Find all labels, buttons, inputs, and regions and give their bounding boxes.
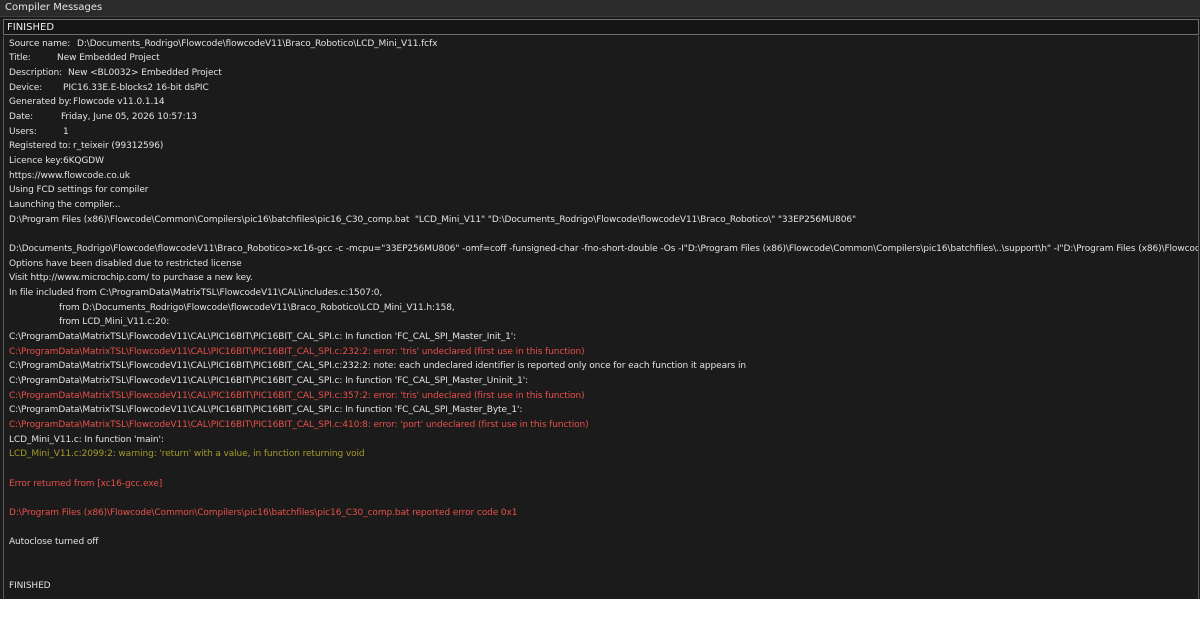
title-value: New Embedded Project <box>57 53 160 63</box>
log-line-included-from-header: from D:\Documents_Rodrigo\Flowcode\flowc… <box>59 303 455 313</box>
log-line-error-returned: Error returned from [xc16-gcc.exe] <box>9 479 163 489</box>
log-line-date: Date: Friday, June 05, 2026 10:57:13 <box>9 111 197 123</box>
window-titlebar: Compiler Messages <box>0 0 1200 17</box>
log-line-error-tris-init: C:\ProgramData\MatrixTSL\FlowcodeV11\CAL… <box>9 347 585 357</box>
log-line-source: Source name: D:\Documents_Rodrigo\Flowcod… <box>9 38 437 50</box>
device-value: PIC16.33E.E-blocks2 16-bit dsPIC <box>63 83 209 93</box>
users-value: 1 <box>63 127 69 137</box>
log-line-error-tris-uninit: C:\ProgramData\MatrixTSL\FlowcodeV11\CAL… <box>9 391 585 401</box>
licence-label: Licence key: <box>9 156 63 166</box>
date-value: Friday, June 05, 2026 10:57:13 <box>61 112 197 122</box>
log-line-included-from: In file included from C:\ProgramData\Mat… <box>9 288 383 298</box>
log-line-error-code: D:\Program Files (x86)\Flowcode\Common\C… <box>9 508 518 518</box>
log-line-batch-command: D:\Program Files (x86)\Flowcode\Common\C… <box>9 215 857 225</box>
log-line-xc16-command: D:\Documents_Rodrigo\Flowcode\flowcodeV1… <box>9 244 1199 254</box>
log-line-generated: Generated by:Flowcode v11.0.1.14 <box>9 96 165 108</box>
device-label: Device: <box>9 83 43 93</box>
description-value: New <BL0032> Embedded Project <box>68 68 222 78</box>
log-line-warning-return: LCD_Mini_V11.c:2099:2: warning: 'return'… <box>9 449 365 459</box>
log-line-visit: Visit http://www.microchip.com/ to purch… <box>9 273 253 283</box>
log-line-users: Users: 1 <box>9 126 69 138</box>
licence-value: 6KQGDW <box>63 156 104 166</box>
log-line-error-port: C:\ProgramData\MatrixTSL\FlowcodeV11\CAL… <box>9 420 589 430</box>
log-line-autoclose: Autoclose turned off <box>9 537 99 547</box>
registered-value: r_teixeir (99312596) <box>73 141 164 151</box>
source-label: Source name: <box>9 39 71 49</box>
log-line-function-main: LCD_Mini_V11.c: In function 'main': <box>9 435 164 445</box>
registered-label: Registered to: <box>9 141 71 151</box>
title-label: Title: <box>9 53 31 63</box>
log-line-included-from-source: from LCD_Mini_V11.c:20: <box>59 317 170 327</box>
log-line-description: Description: New <BL0032> Embedded Projec… <box>9 67 222 79</box>
log-line-title: Title: New Embedded Project <box>9 52 160 64</box>
description-label: Description: <box>9 68 63 78</box>
status-header: FINISHED <box>3 19 1199 35</box>
compiler-messages-window: Compiler Messages FINISHED Source name: D… <box>0 0 1200 599</box>
window-title: Compiler Messages <box>5 2 103 13</box>
log-line-finished: FINISHED <box>9 581 51 591</box>
users-label: Users: <box>9 127 37 137</box>
log-line-registered: Registered to: r_teixeir (99312596) <box>9 140 163 152</box>
log-line-options-disabled: Options have been disabled due to restri… <box>9 259 242 269</box>
log-line-website: https://www.flowcode.co.uk <box>9 171 130 181</box>
source-value: D:\Documents_Rodrigo\Flowcode\flowcodeV1… <box>77 39 438 49</box>
log-line-function-init: C:\ProgramData\MatrixTSL\FlowcodeV11\CAL… <box>9 332 517 342</box>
compile-status: FINISHED <box>7 22 55 33</box>
log-line-launching: Launching the compiler... <box>9 200 121 210</box>
log-line-function-uninit: C:\ProgramData\MatrixTSL\FlowcodeV11\CAL… <box>9 376 529 386</box>
generated-label: Generated by: <box>9 97 72 107</box>
log-line-fcd-settings: Using FCD settings for compiler <box>9 185 149 195</box>
date-label: Date: <box>9 112 34 122</box>
log-line-note-undeclared: C:\ProgramData\MatrixTSL\FlowcodeV11\CAL… <box>9 361 746 371</box>
compiler-output-log[interactable]: Source name: D:\Documents_Rodrigo\Flowcod… <box>3 36 1199 599</box>
log-line-licence: Licence key:6KQGDW <box>9 155 104 167</box>
generated-value: Flowcode v11.0.1.14 <box>73 97 165 107</box>
log-line-function-byte: C:\ProgramData\MatrixTSL\FlowcodeV11\CAL… <box>9 405 523 415</box>
log-line-device: Device: PIC16.33E.E-blocks2 16-bit dsPIC <box>9 82 209 94</box>
